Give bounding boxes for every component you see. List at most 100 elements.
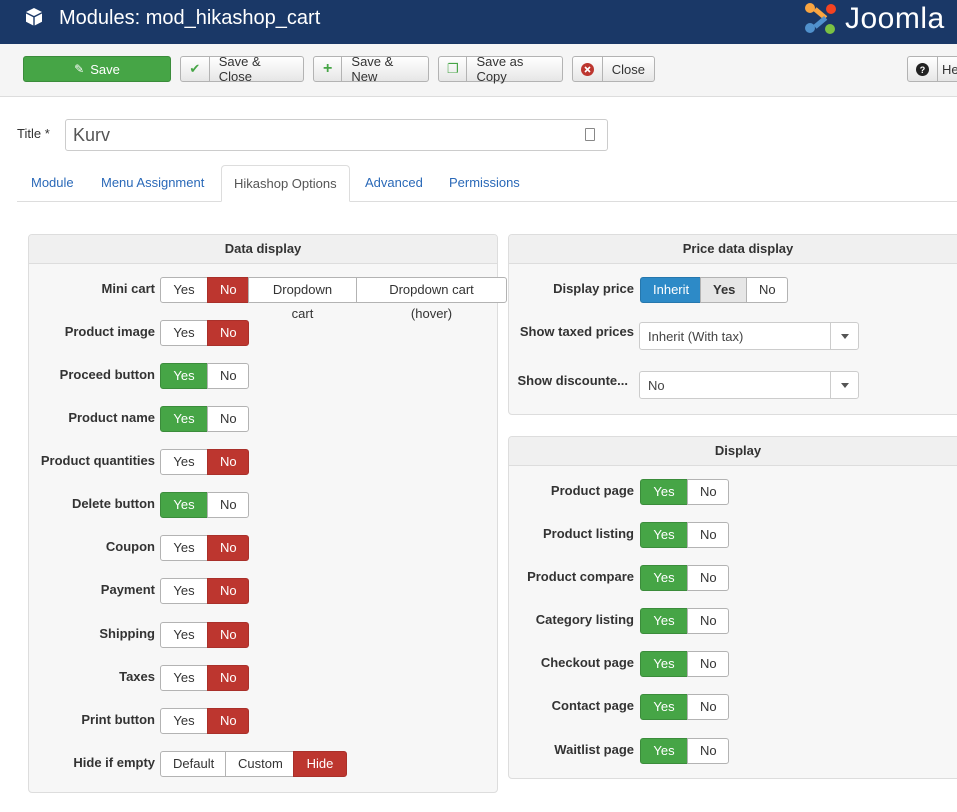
print-button-yes[interactable]: Yes	[160, 708, 208, 734]
save-close-label: Save & Close	[218, 54, 261, 84]
delete-button-toggle: Yes No	[160, 492, 249, 518]
help-icon: ?	[908, 57, 938, 81]
save-copy-label: Save as Copy	[476, 54, 524, 84]
taxes-yes[interactable]: Yes	[160, 665, 208, 691]
tab-advanced[interactable]: Advanced	[353, 165, 435, 201]
delete-button-no[interactable]: No	[207, 492, 249, 518]
shipping-label: Shipping	[99, 626, 155, 641]
contact-page-yes[interactable]: Yes	[640, 694, 688, 720]
product-name-label: Product name	[68, 410, 155, 425]
tab-hikashop-options[interactable]: Hikashop Options	[221, 165, 350, 202]
close-label: Close	[611, 61, 645, 77]
product-name-toggle: Yes No	[160, 406, 249, 432]
joomla-logo-text: Joomla	[845, 2, 945, 35]
title-value: Kurv	[73, 125, 111, 145]
contact-page-no[interactable]: No	[687, 694, 729, 720]
checkout-page-no[interactable]: No	[687, 651, 729, 677]
checkout-page-label: Checkout page	[540, 655, 634, 670]
save-close-button[interactable]: ✔ Save & Close	[180, 54, 304, 84]
waitlist-page-toggle: Yes No	[640, 738, 729, 764]
tab-menu-assignment[interactable]: Menu Assignment	[89, 165, 216, 201]
payment-no[interactable]: No	[207, 578, 249, 604]
product-quantities-toggle: Yes No	[160, 449, 249, 475]
hide-if-empty-default[interactable]: Default	[160, 751, 226, 777]
hide-if-empty-hide[interactable]: Hide	[293, 751, 347, 777]
proceed-button-yes[interactable]: Yes	[160, 363, 208, 389]
tab-permissions[interactable]: Permissions	[437, 165, 532, 201]
product-page-yes[interactable]: Yes	[640, 479, 688, 505]
save-new-button[interactable]: + Save & New	[313, 54, 429, 84]
taxes-no[interactable]: No	[207, 665, 249, 691]
shipping-no[interactable]: No	[207, 622, 249, 648]
print-button-no[interactable]: No	[207, 708, 249, 734]
shipping-yes[interactable]: Yes	[160, 622, 208, 648]
product-name-yes[interactable]: Yes	[160, 406, 208, 432]
waitlist-page-label: Waitlist page	[554, 742, 634, 757]
save-button[interactable]: ✎ Save	[23, 56, 171, 82]
taxed-prices-label: Show taxed prices	[519, 324, 634, 339]
payment-yes[interactable]: Yes	[160, 578, 208, 604]
product-page-no[interactable]: No	[687, 479, 729, 505]
mini-cart-yes[interactable]: Yes	[160, 277, 208, 303]
product-compare-no[interactable]: No	[687, 565, 729, 591]
product-listing-no[interactable]: No	[687, 522, 729, 548]
shipping-toggle: Yes No	[160, 622, 249, 648]
hide-if-empty-label: Hide if empty	[73, 755, 155, 770]
taxes-label: Taxes	[119, 669, 155, 684]
chevron-down-icon	[830, 323, 858, 349]
coupon-no[interactable]: No	[207, 535, 249, 561]
category-listing-yes[interactable]: Yes	[640, 608, 688, 634]
display-heading: Display	[509, 437, 957, 466]
display-price-no[interactable]: No	[746, 277, 788, 303]
hide-if-empty-custom[interactable]: Custom	[225, 751, 294, 777]
product-image-yes[interactable]: Yes	[160, 320, 208, 346]
display-price-toggle: Inherit Yes No	[640, 277, 788, 303]
display-price-yes[interactable]: Yes	[700, 277, 747, 303]
mini-cart-toggle: Yes No Dropdown cart Dropdown cart (hove…	[160, 277, 507, 321]
delete-button-label: Delete button	[71, 496, 155, 511]
page-title: Modules: mod_hikashop_cart	[59, 7, 321, 29]
tab-module[interactable]: Module	[19, 165, 86, 201]
product-quantities-yes[interactable]: Yes	[160, 449, 208, 475]
save-button-label: Save	[90, 61, 120, 77]
toolbar: ✎ Save ✔ Save & Close + Save & New ❐ Sav…	[0, 44, 957, 97]
contact-page-label: Contact page	[551, 698, 634, 713]
print-button-toggle: Yes No	[160, 708, 249, 734]
mini-cart-dropdown[interactable]: Dropdown cart	[248, 277, 357, 321]
category-listing-toggle: Yes No	[640, 608, 729, 634]
language-icon[interactable]	[585, 128, 595, 141]
display-price-inherit[interactable]: Inherit	[640, 277, 701, 303]
help-button[interactable]: ? He	[907, 56, 957, 82]
close-button[interactable]: Close	[572, 56, 655, 82]
checkout-page-yes[interactable]: Yes	[640, 651, 688, 677]
coupon-yes[interactable]: Yes	[160, 535, 208, 561]
taxed-prices-select[interactable]: Inherit (With tax)	[639, 322, 859, 350]
product-listing-label: Product listing	[543, 526, 634, 541]
category-listing-no[interactable]: No	[687, 608, 729, 634]
proceed-button-no[interactable]: No	[207, 363, 249, 389]
discounted-prices-value: No	[648, 378, 665, 393]
product-page-toggle: Yes No	[640, 479, 729, 505]
delete-button-yes[interactable]: Yes	[160, 492, 208, 518]
tab-bar: Module Menu Assignment Hikashop Options …	[17, 165, 957, 202]
discounted-prices-select[interactable]: No	[639, 371, 859, 399]
mini-cart-dropdown-hover[interactable]: Dropdown cart (hover)	[356, 277, 507, 321]
product-name-no[interactable]: No	[207, 406, 249, 432]
waitlist-page-no[interactable]: No	[687, 738, 729, 764]
product-listing-toggle: Yes No	[640, 522, 729, 548]
price-display-heading: Price data display	[509, 235, 957, 264]
product-compare-yes[interactable]: Yes	[640, 565, 688, 591]
product-listing-yes[interactable]: Yes	[640, 522, 688, 548]
contact-page-toggle: Yes No	[640, 694, 729, 720]
product-image-no[interactable]: No	[207, 320, 249, 346]
checkout-page-toggle: Yes No	[640, 651, 729, 677]
product-quantities-no[interactable]: No	[207, 449, 249, 475]
mini-cart-no[interactable]: No	[207, 277, 249, 303]
hide-if-empty-toggle: Default Custom Hide	[160, 751, 347, 777]
waitlist-page-yes[interactable]: Yes	[640, 738, 688, 764]
save-new-label: Save & New	[351, 54, 394, 84]
edit-icon: ✎	[74, 62, 85, 76]
title-input[interactable]: Kurv	[65, 119, 608, 151]
save-copy-button[interactable]: ❐ Save as Copy	[438, 54, 563, 84]
check-icon: ✔	[181, 57, 210, 81]
